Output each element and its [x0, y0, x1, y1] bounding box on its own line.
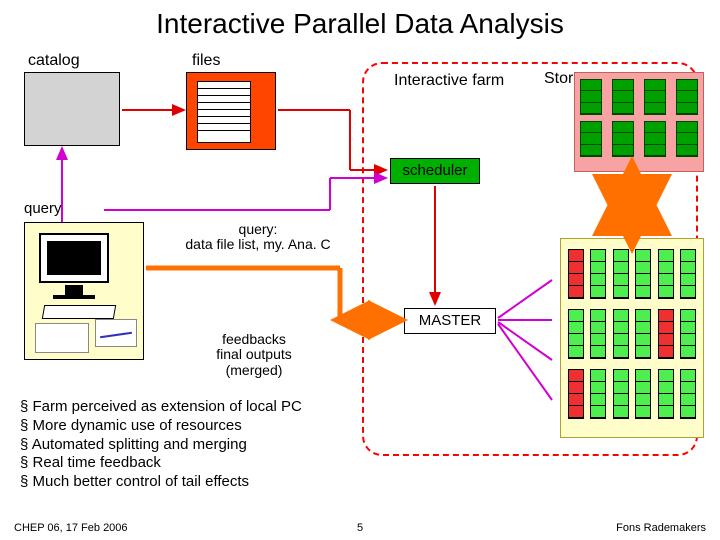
- label-catalog: catalog: [28, 52, 80, 70]
- label-query: query: [24, 200, 62, 217]
- keyboard-icon: [42, 305, 116, 319]
- bullet-item: Much better control of tail effects: [20, 473, 302, 492]
- files-box: [186, 72, 276, 150]
- result-plot-icon: [95, 319, 137, 347]
- scheduler-box: scheduler: [390, 158, 480, 184]
- bullet-item: Real time feedback: [20, 454, 302, 473]
- label-files: files: [192, 52, 220, 70]
- footer-page-number: 5: [0, 522, 720, 534]
- workstation-box: [24, 222, 144, 360]
- label-farm: Interactive farm: [394, 72, 504, 90]
- result-chart-icon: [35, 323, 89, 353]
- storage-box: [574, 72, 704, 172]
- footer-author: Fons Rademakers: [616, 522, 706, 534]
- bullet-item: More dynamic use of resources: [20, 417, 302, 436]
- bullet-item: Automated splitting and merging: [20, 436, 302, 455]
- label-feedbacks: feedbacks final outputs (merged): [194, 332, 314, 378]
- label-query-detail: query: data file list, my. Ana. C: [178, 222, 338, 253]
- file-lines-icon: [197, 81, 251, 143]
- bullet-list: Farm perceived as extension of local PC …: [20, 398, 302, 492]
- monitor-icon: [39, 233, 109, 283]
- master-box: MASTER: [404, 308, 496, 334]
- monitor-stand: [65, 285, 83, 295]
- monitor-base: [53, 295, 95, 299]
- bullet-item: Farm perceived as extension of local PC: [20, 398, 302, 417]
- slide-title: Interactive Parallel Data Analysis: [0, 8, 720, 40]
- worker-cluster-box: [560, 238, 704, 438]
- catalog-box: [24, 72, 120, 146]
